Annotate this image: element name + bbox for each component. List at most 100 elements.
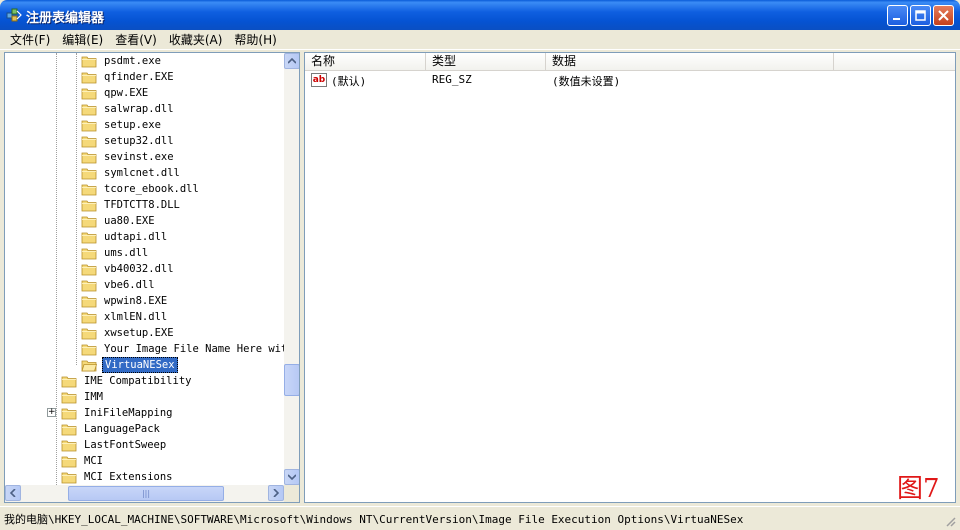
tree-item-label: psdmt.exe	[104, 55, 161, 67]
folder-icon	[81, 70, 97, 84]
tree-item-label: setup32.dll	[104, 135, 174, 147]
tree-vertical-scrollbar[interactable]	[284, 53, 299, 485]
value-row[interactable]: ab (默认) REG_SZ (数值未设置)	[305, 72, 955, 89]
folder-open-icon	[81, 358, 98, 372]
tree-item[interactable]: xwsetup.EXE	[81, 325, 176, 341]
tree-item[interactable]: IME Compatibility	[61, 373, 193, 389]
tree-item[interactable]: qfinder.EXE	[81, 69, 176, 85]
tree-item-label: udtapi.dll	[104, 231, 168, 243]
folder-icon	[81, 134, 97, 148]
tree-item[interactable]: salwrap.dll	[81, 101, 176, 117]
folder-icon	[81, 214, 97, 228]
tree-item[interactable]: VirtuaNESex	[81, 357, 178, 373]
scroll-right-button[interactable]	[268, 485, 284, 501]
menu-favorites[interactable]: 收藏夹(A)	[163, 31, 229, 49]
tree-horizontal-scrollbar[interactable]: |||	[5, 485, 284, 502]
tree-item[interactable]: sevinst.exe	[81, 149, 176, 165]
folder-icon	[81, 230, 97, 244]
tree-item-label: qfinder.EXE	[104, 71, 174, 83]
tree-item-label: sevinst.exe	[104, 151, 174, 163]
status-bar: 我的电脑\HKEY_LOCAL_MACHINE\SOFTWARE\Microso…	[0, 506, 960, 530]
tree-item-label: IME Compatibility	[84, 375, 192, 387]
tree-item-label: TFDTCTT8.DLL	[104, 199, 180, 211]
folder-icon	[81, 262, 97, 276]
tree-item[interactable]: LanguagePack	[61, 421, 162, 437]
resize-grip-icon[interactable]	[944, 515, 956, 527]
folder-icon	[81, 86, 97, 100]
column-header-type[interactable]: 类型	[426, 53, 546, 71]
menu-file[interactable]: 文件(F)	[4, 31, 56, 49]
scroll-thumb[interactable]	[284, 364, 299, 396]
tree-item-label: Your Image File Name Here without	[104, 343, 284, 355]
tree-item[interactable]: udtapi.dll	[81, 229, 169, 245]
menu-bar: 文件(F) 编辑(E) 查看(V) 收藏夹(A) 帮助(H)	[0, 30, 960, 50]
menu-view[interactable]: 查看(V)	[109, 31, 163, 49]
folder-icon	[61, 390, 77, 404]
scroll-left-button[interactable]	[5, 485, 21, 501]
window-title: 注册表编辑器	[26, 11, 105, 26]
chevron-left-icon	[10, 489, 16, 497]
tree-item-label: xwsetup.EXE	[104, 327, 174, 339]
column-header-filler	[834, 53, 955, 71]
folder-icon	[81, 102, 97, 116]
string-value-icon: ab	[311, 73, 327, 87]
menu-edit[interactable]: 编辑(E)	[56, 31, 109, 49]
tree-connector-line	[56, 53, 57, 485]
tree-item[interactable]: setup.exe	[81, 117, 163, 133]
tree-item[interactable]: ua80.EXE	[81, 213, 157, 229]
figure-label: 图7	[897, 474, 940, 504]
tree-item[interactable]: TFDTCTT8.DLL	[81, 197, 182, 213]
tree-item[interactable]: xlmlEN.dll	[81, 309, 169, 325]
folder-icon	[81, 166, 97, 180]
title-bar[interactable]: 注册表编辑器	[0, 0, 960, 30]
tree-item[interactable]: LastFontSweep	[61, 437, 168, 453]
tree-item[interactable]: MCI	[61, 453, 105, 469]
folder-icon	[81, 54, 97, 68]
column-header-name[interactable]: 名称	[305, 53, 426, 71]
close-button[interactable]	[933, 5, 954, 26]
value-name: (默认)	[331, 75, 367, 88]
tree-item-label: LanguagePack	[84, 423, 160, 435]
folder-icon	[81, 342, 97, 356]
tree-item[interactable]: qpw.EXE	[81, 85, 150, 101]
tree-item-label: LastFontSweep	[84, 439, 167, 451]
tree-item-label: symlcnet.dll	[104, 167, 180, 179]
tree-item[interactable]: ums.dll	[81, 245, 150, 261]
tree-item[interactable]: MCI Extensions	[61, 469, 175, 485]
registry-tree: psdmt.exe qfinder.EXE qpw.EXE salwrap.dl…	[5, 53, 284, 485]
tree-item-label: vb40032.dll	[104, 263, 174, 275]
tree-item-label: xlmlEN.dll	[104, 311, 168, 323]
tree-item[interactable]: vbe6.dll	[81, 277, 157, 293]
maximize-button[interactable]	[910, 5, 931, 26]
scroll-up-button[interactable]	[284, 53, 299, 69]
menu-help[interactable]: 帮助(H)	[228, 31, 282, 49]
chevron-up-icon	[288, 58, 296, 64]
tree-item[interactable]: symlcnet.dll	[81, 165, 182, 181]
tree-item[interactable]: wpwin8.EXE	[81, 293, 169, 309]
chevron-right-icon	[273, 489, 279, 497]
tree-item[interactable]: Your Image File Name Here without	[81, 341, 284, 357]
minimize-button[interactable]	[887, 5, 908, 26]
tree-item[interactable]: IniFileMapping	[61, 405, 175, 421]
folder-icon	[81, 294, 97, 308]
tree-item[interactable]: psdmt.exe	[81, 53, 163, 69]
folder-icon	[81, 150, 97, 164]
tree-item-label: MCI	[84, 455, 103, 467]
status-path: 我的电脑\HKEY_LOCAL_MACHINE\SOFTWARE\Microso…	[4, 513, 744, 526]
hscroll-thumb[interactable]: |||	[68, 486, 224, 501]
scroll-down-button[interactable]	[284, 469, 299, 485]
tree-item[interactable]: vb40032.dll	[81, 261, 176, 277]
tree-item-label: MCI Extensions	[84, 471, 173, 483]
tree-item-label: qpw.EXE	[104, 87, 149, 99]
tree-item[interactable]: tcore_ebook.dll	[81, 181, 201, 197]
expand-icon[interactable]: +	[47, 408, 56, 417]
tree-item[interactable]: IMM	[61, 389, 105, 405]
regedit-icon	[6, 8, 22, 22]
folder-icon	[61, 374, 77, 388]
close-icon	[938, 10, 949, 21]
tree-item[interactable]: setup32.dll	[81, 133, 176, 149]
folder-icon	[61, 454, 77, 468]
tree-item-label: tcore_ebook.dll	[104, 183, 199, 195]
column-header-data[interactable]: 数据	[546, 53, 834, 71]
tree-item-label: setup.exe	[104, 119, 161, 131]
